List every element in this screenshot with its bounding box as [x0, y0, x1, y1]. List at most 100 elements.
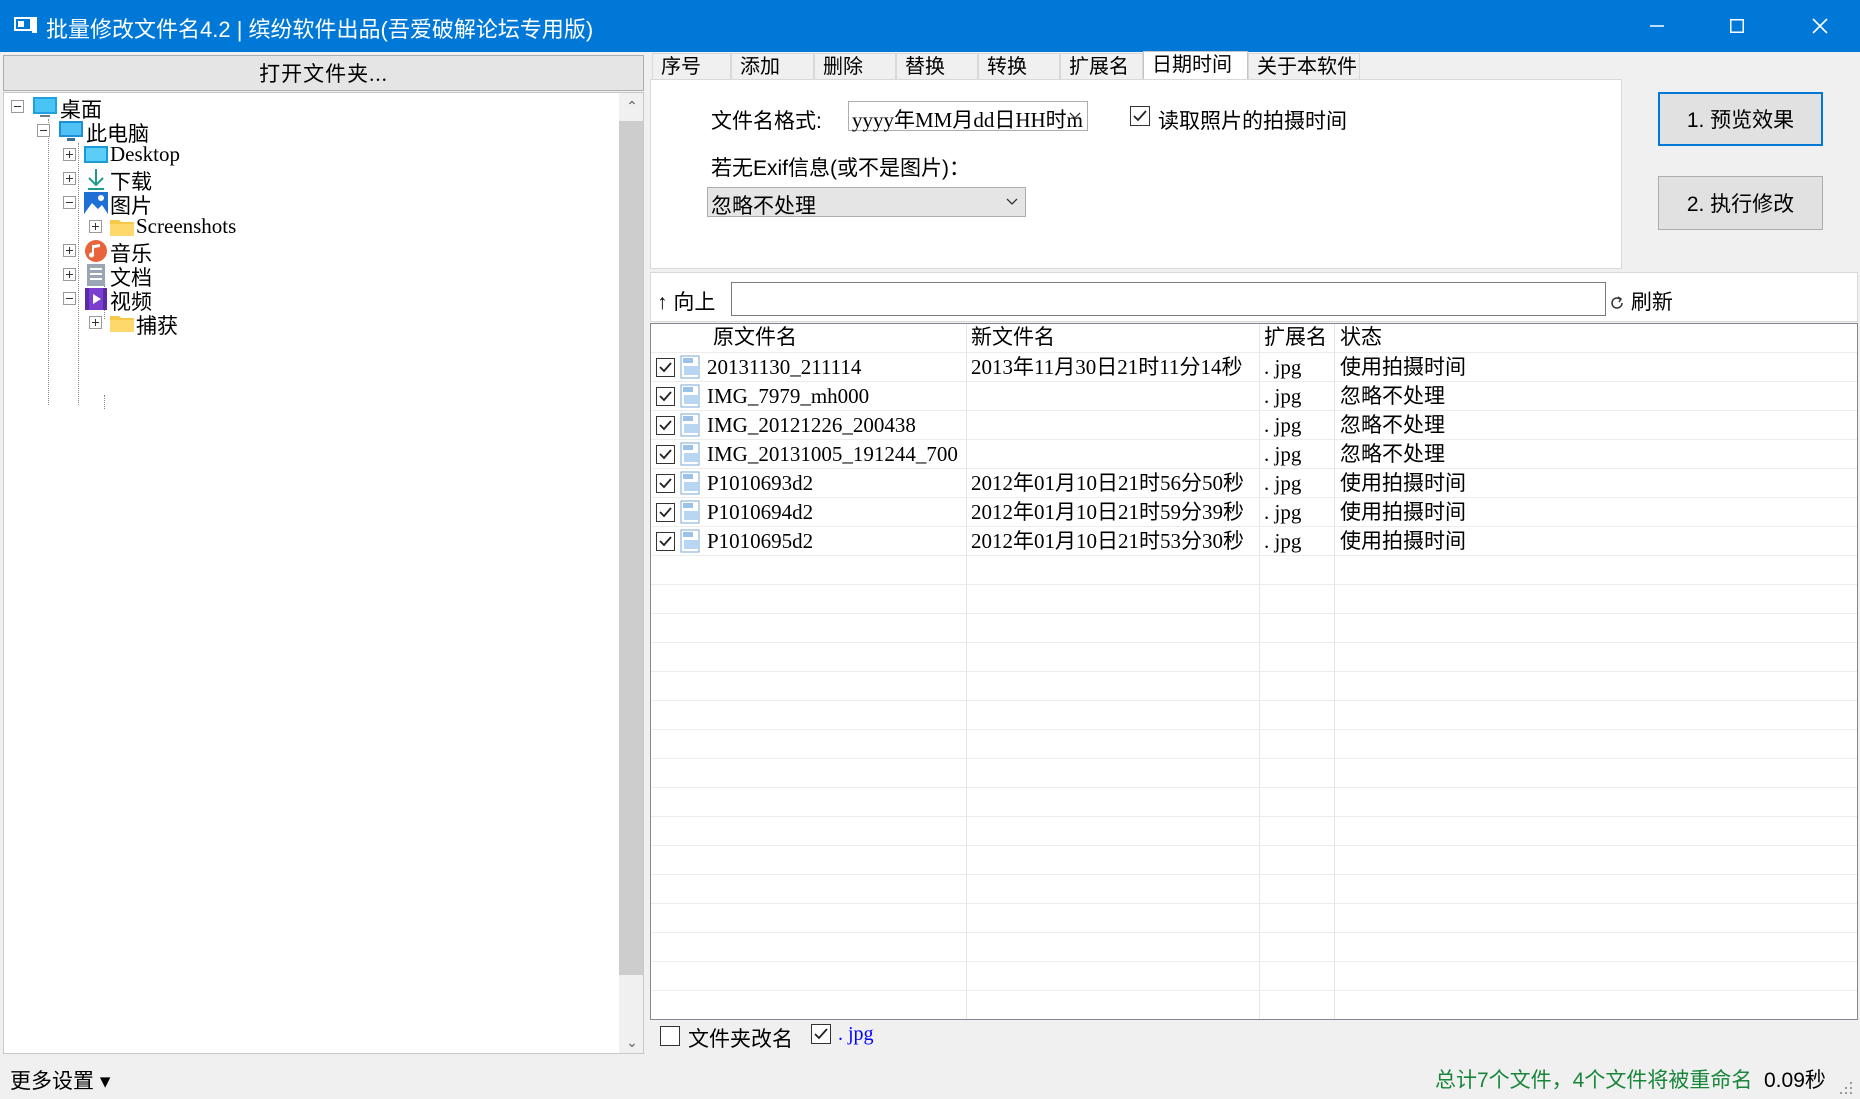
path-input[interactable] [731, 282, 1606, 316]
row-checkbox[interactable] [656, 358, 675, 377]
collapse-icon[interactable] [37, 124, 50, 137]
column-header-original[interactable]: 原文件名 [713, 324, 797, 352]
check-icon [659, 420, 672, 431]
no-exif-combo[interactable]: 忽略不处理 [707, 187, 1026, 218]
computer-icon [59, 121, 83, 141]
row-checkbox[interactable] [656, 503, 675, 522]
music-icon [85, 240, 107, 262]
folder-rename-checkbox[interactable] [660, 1026, 680, 1046]
scroll-up-icon[interactable]: ⌃ [619, 93, 643, 119]
expand-icon[interactable] [63, 148, 76, 161]
execute-button[interactable]: 2. 执行修改 [1658, 176, 1823, 230]
folder-tree[interactable]: 桌面 此电脑 Desktop 下载 图片 Screenshots 音乐 文档 视… [3, 92, 644, 1054]
tab-add[interactable]: 添加 [731, 53, 814, 79]
maximize-button[interactable] [1697, 0, 1777, 52]
up-button[interactable]: ↑ 向上 [657, 286, 715, 316]
window-title: 批量修改文件名4.2 | 缤纷软件出品(吾爱破解论坛专用版) [46, 17, 594, 42]
expand-icon[interactable] [63, 244, 76, 257]
format-combo[interactable]: yyyy年MM月dd日HH时m [848, 101, 1088, 132]
desktop-folder-icon [84, 146, 108, 163]
open-folder-button[interactable]: 打开文件夹... [3, 55, 644, 91]
column-header-ext[interactable]: 扩展名 [1264, 324, 1327, 352]
chevron-down-icon [1069, 112, 1081, 119]
ext-filter-label[interactable]: . jpg [838, 1023, 874, 1046]
read-photo-time-label[interactable]: 读取照片的拍摄时间 [1158, 105, 1347, 135]
folder-icon [110, 220, 134, 236]
title-bar: 批量修改文件名4.2 | 缤纷软件出品(吾爱破解论坛专用版) [0, 0, 1860, 52]
desktop-icon [33, 97, 57, 117]
check-icon [659, 478, 672, 489]
no-exif-label: 若无Exif信息(或不是图片)： [711, 157, 970, 180]
new-name: 2012年01月10日21时59分39秒 [971, 500, 1244, 524]
tab-delete[interactable]: 删除 [814, 53, 896, 79]
extension: . jpg [1264, 471, 1302, 495]
datetime-tab-page: 文件名格式: yyyy年MM月dd日HH时m 读取照片的拍摄时间 若无Exif信… [650, 79, 1622, 269]
original-name: P1010693d2 [707, 471, 814, 495]
collapse-icon[interactable] [11, 100, 24, 113]
collapse-icon[interactable] [63, 292, 76, 305]
expand-icon[interactable] [63, 268, 76, 281]
tree-scrollbar[interactable]: ⌃ ⌄ [619, 93, 643, 1053]
tab-datetime[interactable]: 日期时间 [1143, 51, 1248, 80]
expand-icon[interactable] [89, 316, 102, 329]
maximize-icon [1730, 19, 1744, 33]
refresh-button[interactable]: 刷新 [1609, 286, 1673, 316]
read-photo-time-checkbox[interactable] [1130, 106, 1150, 126]
new-name: 2012年01月10日21时53分30秒 [971, 529, 1244, 553]
folder-rename-label[interactable]: 文件夹改名 [688, 1023, 793, 1053]
resize-grip-icon[interactable] [1838, 1080, 1854, 1096]
close-icon [1812, 18, 1828, 34]
expand-icon[interactable] [63, 172, 76, 185]
row-checkbox[interactable] [656, 532, 675, 551]
original-name: 20131130_211114 [707, 355, 862, 379]
tree-item-captures[interactable]: 捕获 [4, 309, 604, 338]
row-checkbox[interactable] [656, 474, 675, 493]
status: 使用拍摄时间 [1340, 356, 1466, 379]
extension: . jpg [1264, 442, 1302, 466]
check-icon [659, 449, 672, 460]
minimize-button[interactable] [1617, 0, 1697, 52]
original-name: P1010694d2 [707, 500, 814, 524]
tab-sequence[interactable]: 序号 [652, 53, 731, 79]
extension: . jpg [1264, 413, 1302, 437]
check-icon [814, 1028, 828, 1040]
new-name: 2012年01月10日21时56分50秒 [971, 471, 1244, 495]
refresh-label: 刷新 [1630, 291, 1673, 314]
pictures-icon [84, 192, 108, 214]
preview-button[interactable]: 1. 预览效果 [1658, 92, 1823, 146]
column-header-new[interactable]: 新文件名 [971, 324, 1055, 352]
more-settings-menu[interactable]: 更多设置 ▾ [10, 1065, 110, 1095]
scroll-down-icon[interactable]: ⌄ [619, 1029, 643, 1053]
minimize-icon [1650, 25, 1664, 27]
row-checkbox[interactable] [656, 387, 675, 406]
status: 忽略不处理 [1340, 385, 1445, 408]
expand-icon[interactable] [89, 220, 102, 233]
status: 使用拍摄时间 [1340, 472, 1466, 495]
tab-convert[interactable]: 转换 [978, 53, 1060, 79]
original-name: IMG_7979_mh000 [707, 384, 870, 408]
tree-item-label: Desktop [110, 142, 180, 166]
scroll-thumb[interactable] [619, 121, 643, 975]
tree-item-label: Screenshots [136, 214, 237, 238]
extension: . jpg [1264, 529, 1302, 553]
videos-icon [85, 288, 107, 310]
row-checkbox[interactable] [656, 416, 675, 435]
tab-about[interactable]: 关于本软件 [1248, 53, 1360, 79]
close-button[interactable] [1780, 0, 1860, 52]
row-checkbox[interactable] [656, 445, 675, 464]
ext-filter-checkbox[interactable] [811, 1024, 831, 1044]
new-name: 2013年11月30日21时11分14秒 [971, 355, 1243, 379]
tree-item-label: 捕获 [136, 315, 178, 338]
no-exif-value: 忽略不处理 [711, 195, 816, 218]
status: 忽略不处理 [1340, 443, 1445, 466]
download-icon [88, 169, 104, 190]
collapse-icon[interactable] [63, 196, 76, 209]
refresh-icon [1611, 296, 1623, 309]
app-icon [14, 17, 37, 33]
tab-replace[interactable]: 替换 [896, 53, 978, 79]
jpg-file-icon [680, 413, 700, 437]
tab-extension[interactable]: 扩展名 [1060, 53, 1143, 79]
column-header-status[interactable]: 状态 [1340, 324, 1382, 352]
documents-icon [87, 264, 105, 286]
file-list[interactable]: 原文件名 新文件名 扩展名 状态 20131130_211114 2013年11… [650, 323, 1858, 1020]
